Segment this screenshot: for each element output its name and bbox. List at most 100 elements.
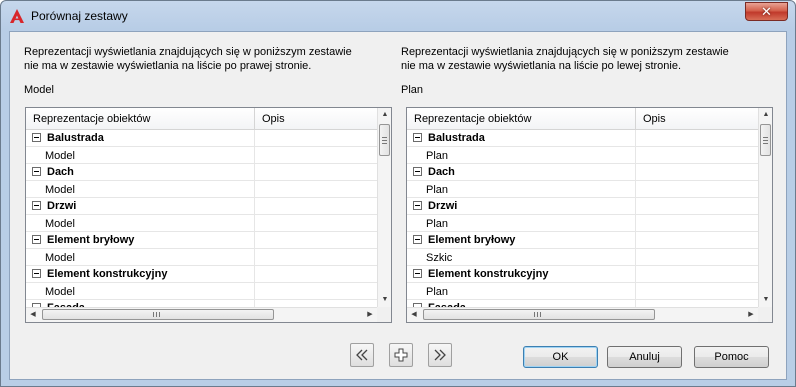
collapse-toggle-icon[interactable] — [32, 167, 41, 176]
representation-cell: Model — [26, 181, 255, 198]
table-row[interactable]: Plan — [407, 181, 758, 198]
column-header-representations[interactable]: Reprezentacje obiektów — [407, 108, 636, 130]
left-representations-table[interactable]: Reprezentacje obiektów Opis Balustrada Mo… — [25, 107, 392, 323]
item-label: Model — [45, 184, 75, 196]
scroll-left-arrow-icon[interactable]: ◀ — [26, 308, 40, 322]
copy-to-right-button[interactable] — [428, 343, 452, 367]
column-header-description[interactable]: Opis — [255, 108, 377, 130]
table-row[interactable]: Model — [26, 249, 377, 266]
table-group-row[interactable]: Element bryłowy — [26, 232, 377, 249]
horizontal-scrollbar[interactable]: ◀ ▶ — [26, 307, 377, 322]
vertical-scrollbar[interactable]: ▲ ▼ — [377, 108, 391, 307]
representation-cell: Element konstrukcyjny — [26, 266, 255, 283]
collapse-toggle-icon[interactable] — [32, 133, 41, 142]
representation-cell: Model — [26, 147, 255, 164]
cancel-button[interactable]: Anuluj — [607, 346, 682, 368]
scroll-corner — [758, 307, 772, 322]
item-label: Szkic — [426, 252, 453, 264]
table-header: Reprezentacje obiektów Opis — [26, 108, 377, 130]
description-cell — [255, 181, 377, 198]
vertical-scrollbar[interactable]: ▲ ▼ — [758, 108, 772, 307]
table-group-row[interactable]: Element bryłowy — [407, 232, 758, 249]
table-group-row[interactable]: Element konstrukcyjny — [407, 266, 758, 283]
item-label: Model — [45, 252, 75, 264]
table-row[interactable]: Model — [26, 215, 377, 232]
scroll-left-arrow-icon[interactable]: ◀ — [407, 308, 421, 322]
table-row[interactable]: Plan — [407, 147, 758, 164]
autocad-logo-icon — [10, 9, 24, 23]
add-button[interactable] — [389, 343, 413, 367]
collapse-toggle-icon[interactable] — [413, 269, 422, 278]
table-header: Reprezentacje obiektów Opis — [407, 108, 758, 130]
scroll-right-arrow-icon[interactable]: ▶ — [744, 308, 758, 322]
representation-cell: Model — [26, 215, 255, 232]
scroll-down-arrow-icon[interactable]: ▼ — [759, 293, 773, 307]
description-cell — [636, 249, 758, 266]
representation-cell: Fasada — [26, 300, 255, 307]
representation-cell: Model — [26, 249, 255, 266]
table-group-row[interactable]: Element konstrukcyjny — [26, 266, 377, 283]
description-cell — [255, 198, 377, 215]
table-row[interactable]: Szkic — [407, 249, 758, 266]
left-set-name: Model — [24, 84, 54, 96]
collapse-toggle-icon[interactable] — [32, 269, 41, 278]
copy-to-left-button[interactable] — [350, 343, 374, 367]
close-button[interactable]: ✕ — [745, 2, 788, 21]
description-cell — [636, 198, 758, 215]
collapse-toggle-icon[interactable] — [413, 133, 422, 142]
help-button[interactable]: Pomoc — [694, 346, 769, 368]
scroll-up-arrow-icon[interactable]: ▲ — [378, 108, 392, 122]
description-cell — [255, 249, 377, 266]
table-group-row[interactable]: Dach — [407, 164, 758, 181]
description-cell — [255, 283, 377, 300]
table-group-row[interactable]: Drzwi — [407, 198, 758, 215]
table-row[interactable]: Plan — [407, 283, 758, 300]
window-title: Porównaj zestawy — [31, 9, 128, 23]
group-label: Element bryłowy — [428, 234, 516, 246]
table-row[interactable]: Model — [26, 283, 377, 300]
scroll-down-arrow-icon[interactable]: ▼ — [378, 293, 392, 307]
vertical-scroll-thumb[interactable] — [760, 124, 771, 156]
representation-cell: Plan — [407, 283, 636, 300]
horizontal-scrollbar[interactable]: ◀ ▶ — [407, 307, 758, 322]
representation-cell: Dach — [26, 164, 255, 181]
column-header-description[interactable]: Opis — [636, 108, 758, 130]
horizontal-scroll-thumb[interactable] — [423, 309, 655, 320]
group-label: Dach — [47, 166, 74, 178]
table-group-row[interactable]: Drzwi — [26, 198, 377, 215]
collapse-toggle-icon[interactable] — [32, 235, 41, 244]
scroll-right-arrow-icon[interactable]: ▶ — [363, 308, 377, 322]
description-cell — [255, 147, 377, 164]
item-label: Model — [45, 218, 75, 230]
right-representations-table[interactable]: Reprezentacje obiektów Opis Balustrada Pl… — [406, 107, 773, 323]
title-bar: Porównaj zestawy ✕ — [1, 1, 795, 31]
representation-cell: Plan — [407, 215, 636, 232]
description-cell — [255, 266, 377, 283]
horizontal-scroll-thumb[interactable] — [42, 309, 274, 320]
group-label: Element konstrukcyjny — [47, 268, 168, 280]
scroll-up-arrow-icon[interactable]: ▲ — [759, 108, 773, 122]
table-row[interactable]: Model — [26, 147, 377, 164]
table-group-row[interactable]: Balustrada — [407, 130, 758, 147]
table-row[interactable]: Model — [26, 181, 377, 198]
collapse-toggle-icon[interactable] — [413, 201, 422, 210]
collapse-toggle-icon[interactable] — [32, 201, 41, 210]
representation-cell: Dach — [407, 164, 636, 181]
item-label: Plan — [426, 286, 449, 298]
scroll-corner — [377, 307, 391, 322]
collapse-toggle-icon[interactable] — [413, 167, 422, 176]
representation-cell: Model — [26, 283, 255, 300]
description-cell — [255, 130, 377, 147]
table-group-row[interactable]: Balustrada — [26, 130, 377, 147]
table-group-row[interactable]: Fasada — [26, 300, 377, 307]
table-row[interactable]: Plan — [407, 215, 758, 232]
ok-button[interactable]: OK — [523, 346, 598, 368]
table-group-row[interactable]: Dach — [26, 164, 377, 181]
description-cell — [636, 215, 758, 232]
column-header-representations[interactable]: Reprezentacje obiektów — [26, 108, 255, 130]
representation-cell: Element bryłowy — [407, 232, 636, 249]
vertical-scroll-thumb[interactable] — [379, 124, 390, 156]
collapse-toggle-icon[interactable] — [413, 235, 422, 244]
table-group-row[interactable]: Fasada — [407, 300, 758, 307]
group-label: Balustrada — [428, 132, 485, 144]
